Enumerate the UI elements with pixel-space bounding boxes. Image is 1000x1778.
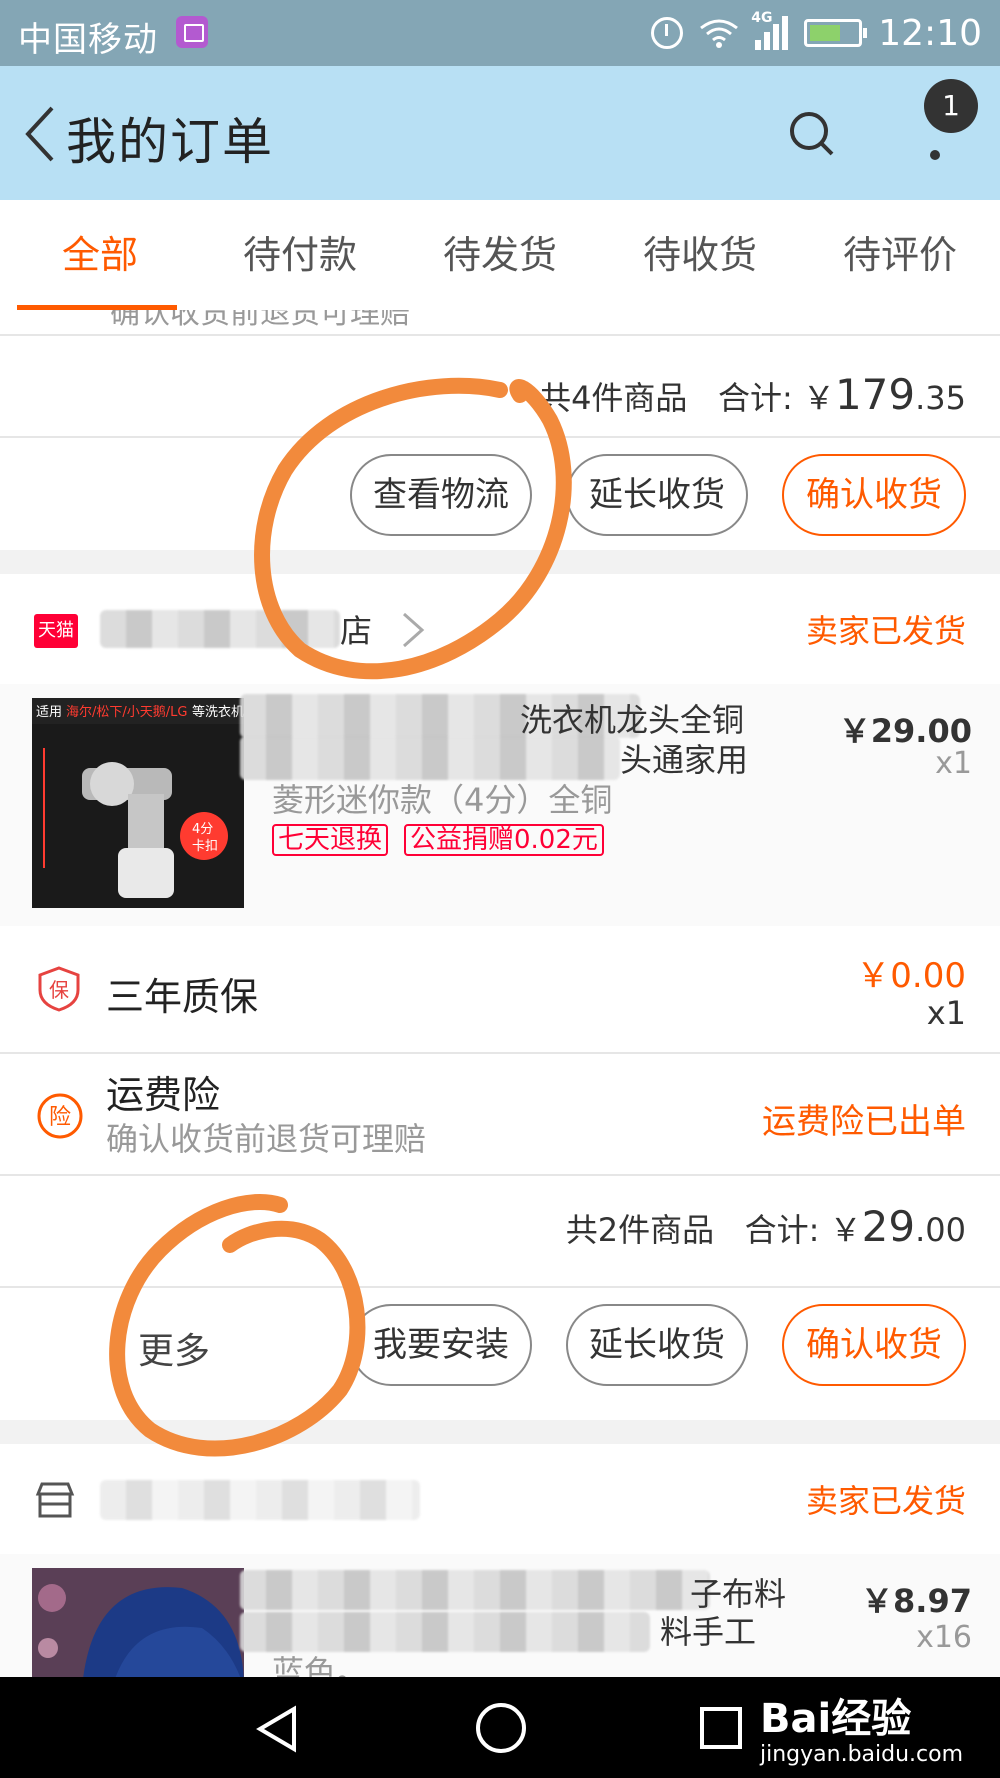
tab-all[interactable]: 全部 xyxy=(0,200,200,310)
total-label: 合计: xyxy=(744,1211,820,1249)
status-bar: 中国移动 4G 12:10 xyxy=(0,0,1000,66)
alarm-icon xyxy=(651,17,684,49)
request-install-button[interactable]: 我要安装 xyxy=(350,1304,532,1386)
product-image: 适用 海尔/松下/小天鹅/LG 等洗衣机 4分 卡扣 xyxy=(32,698,244,908)
product-quantity: x16 xyxy=(916,1620,972,1655)
total-integer: 179 xyxy=(834,370,916,419)
order-footer-2: 共2件商品 合计: ￥29.00 更多 我要安装 延长收货 确认收货 xyxy=(0,1176,1000,1420)
order-list[interactable]: 确认收货前退货可理赔 共4件商品 合计: ￥179.35 查看物流 延长收货 确… xyxy=(0,310,1000,1677)
warranty-quantity: x1 xyxy=(926,994,966,1032)
charity-tag: 公益捐赠0.02元 xyxy=(404,824,604,856)
extend-receipt-button[interactable]: 延长收货 xyxy=(566,454,748,536)
seven-day-return-tag: 七天退换 xyxy=(272,824,389,856)
store-icon xyxy=(34,1480,76,1520)
insurance-status: 运费险已出单 xyxy=(762,1102,966,1142)
tab-pending-review[interactable]: 待评价 xyxy=(800,200,1000,310)
order-tabs: 全部 待付款 待发货 待收货 待评价 xyxy=(0,200,1000,310)
item-count: 共4件商品 xyxy=(539,379,688,417)
baidu-jingyan-watermark: Bai经验 jingyan.baidu.com xyxy=(760,1696,964,1767)
gallery-notification-icon xyxy=(176,16,208,48)
confirm-receipt-button[interactable]: 确认收货 xyxy=(782,454,966,536)
battery-icon xyxy=(804,19,868,47)
total-decimal: .00 xyxy=(915,1211,966,1249)
shop-header-2[interactable]: 天猫 店 卖家已发货 xyxy=(0,574,1000,684)
product-title-line-2: 料手工 xyxy=(660,1613,757,1651)
order-status: 卖家已发货 xyxy=(805,612,966,650)
confirm-receipt-button[interactable]: 确认收货 xyxy=(782,1304,966,1386)
warranty-title: 三年质保 xyxy=(106,975,259,1019)
shipping-insurance-row[interactable]: 险 运费险 确认收货前退货可理赔 运费险已出单 xyxy=(0,1054,1000,1174)
more-actions-button[interactable]: 更多 xyxy=(138,1322,210,1374)
tmall-logo: 天猫 xyxy=(34,614,78,648)
product-image xyxy=(32,1568,244,1677)
cell-signal-icon: 4G xyxy=(751,10,789,50)
warranty-price: ￥0.00 xyxy=(856,956,966,996)
product-title-line-2: 头通家用 xyxy=(620,741,749,779)
insurance-faded-text: 确认收货前退货可理赔 xyxy=(110,310,410,331)
shop-name xyxy=(100,1480,420,1520)
view-logistics-button[interactable]: 查看物流 xyxy=(350,454,532,536)
total-decimal: .35 xyxy=(915,379,966,417)
svg-text:等洗衣机: 等洗衣机 xyxy=(192,704,244,720)
app-header: 我的订单 1 xyxy=(0,66,1000,200)
product-price: ￥8.97 xyxy=(861,1582,972,1620)
product-quantity: x1 xyxy=(935,746,972,781)
total-label: 合计: xyxy=(717,379,793,417)
shop-header-3[interactable]: 卖家已发货 xyxy=(0,1444,1000,1554)
warranty-row[interactable]: 保 三年质保 ￥0.00 x1 xyxy=(0,926,1000,1052)
svg-text:适用: 适用 xyxy=(36,705,62,720)
nav-recents-icon[interactable] xyxy=(698,1705,744,1751)
total-integer: 29 xyxy=(861,1202,916,1251)
tab-pending-payment[interactable]: 待付款 xyxy=(200,200,400,310)
svg-text:海尔/松下/小天鹅/LG: 海尔/松下/小天鹅/LG xyxy=(66,704,187,720)
order-summary-1: 共4件商品 合计: ￥179.35 xyxy=(539,370,966,419)
svg-text:4分: 4分 xyxy=(192,822,213,837)
insurance-title: 运费险 xyxy=(106,1073,221,1117)
insurance-icon: 险 xyxy=(36,1092,83,1139)
extend-receipt-button[interactable]: 延长收货 xyxy=(566,1304,748,1386)
product-title-line-1: 子布料 xyxy=(690,1575,787,1613)
carrier-label: 中国移动 xyxy=(18,20,158,60)
status-time: 12:10 xyxy=(878,12,982,54)
back-chevron-icon[interactable] xyxy=(20,104,60,164)
product-variant: 蓝色。 xyxy=(272,1653,369,1677)
wifi-icon xyxy=(699,18,739,48)
product-row[interactable]: 适用 海尔/松下/小天鹅/LG 等洗衣机 4分 卡扣 洗衣机龙头全铜 头通家用 … xyxy=(0,684,1000,926)
currency-symbol: ￥ xyxy=(802,379,835,417)
chevron-right-icon xyxy=(398,610,428,650)
svg-text:卡扣: 卡扣 xyxy=(192,839,218,854)
svg-text:险: 险 xyxy=(49,1105,71,1130)
nav-back-icon[interactable] xyxy=(254,1705,300,1753)
order-card-1: 确认收货前退货可理赔 共4件商品 合计: ￥179.35 查看物流 延长收货 确… xyxy=(0,310,1000,550)
item-count: 共2件商品 xyxy=(565,1211,715,1249)
warranty-shield-icon: 保 xyxy=(36,966,82,1012)
product-variant: 菱形迷你款（4分）全铜 xyxy=(272,781,613,819)
order-status: 卖家已发货 xyxy=(805,1482,966,1520)
product-title-line-1: 洗衣机龙头全铜 xyxy=(520,701,745,739)
tab-pending-shipment[interactable]: 待发货 xyxy=(400,200,600,310)
network-type-label: 4G xyxy=(751,10,773,26)
nav-home-icon[interactable] xyxy=(474,1701,528,1755)
product-row[interactable]: 子布料 料手工 蓝色。 ￥8.97 x16 xyxy=(0,1554,1000,1677)
page-title: 我的订单 xyxy=(66,113,274,171)
tab-pending-receipt[interactable]: 待收货 xyxy=(600,200,800,310)
insurance-subtitle: 确认收货前退货可理赔 xyxy=(106,1120,427,1158)
svg-text:保: 保 xyxy=(49,978,69,1002)
order-summary-2: 共2件商品 合计: ￥29.00 xyxy=(566,1202,966,1251)
notification-badge: 1 xyxy=(924,79,978,133)
currency-symbol: ￥ xyxy=(829,1211,862,1249)
search-icon[interactable] xyxy=(788,110,836,158)
